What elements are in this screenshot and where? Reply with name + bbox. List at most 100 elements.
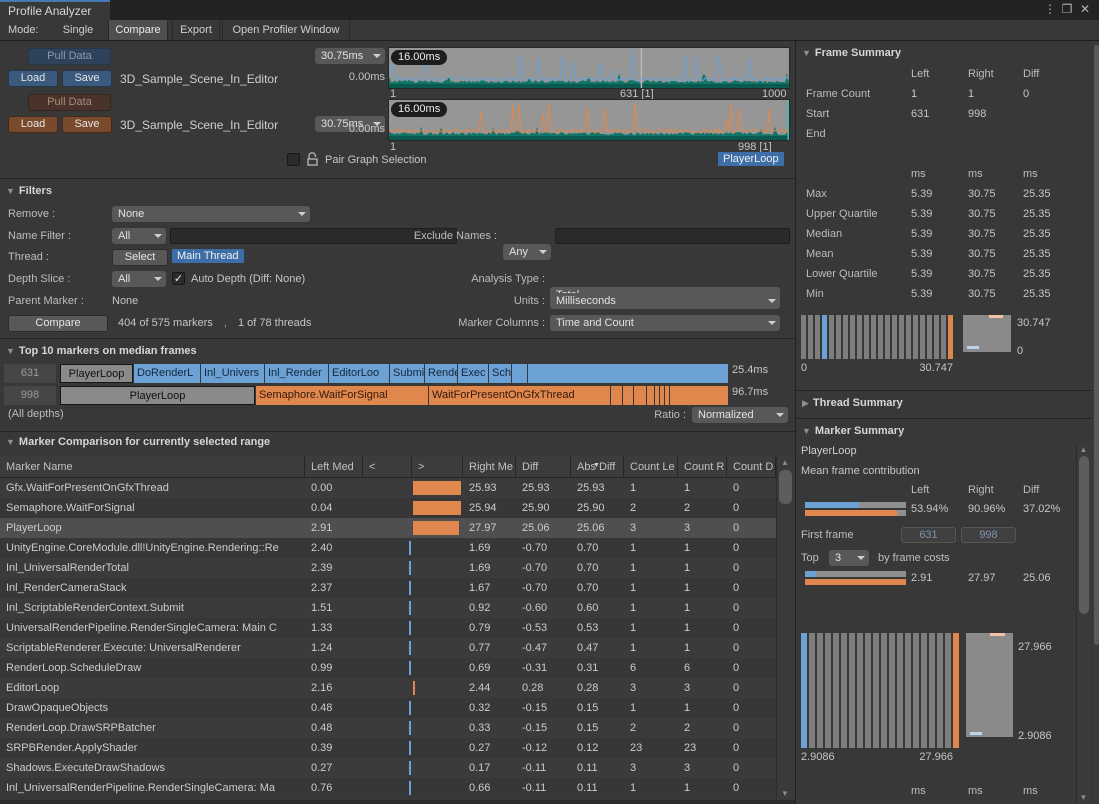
frame-number-chip[interactable]: 631	[4, 364, 56, 383]
column-header[interactable]: Left Med	[305, 456, 363, 478]
marker-segment[interactable]: Submi	[390, 364, 424, 383]
marker-segment[interactable]	[665, 386, 669, 405]
table-row[interactable]: SRPBRender.ApplyShader0.390.27-0.120.122…	[0, 738, 776, 758]
marker-segment[interactable]: Inl_Render	[265, 364, 328, 383]
column-header[interactable]: Count D	[727, 456, 776, 478]
table-row[interactable]: DrawOpaqueObjects0.480.32-0.150.15110	[0, 698, 776, 718]
marker-segment[interactable]: Exec	[458, 364, 488, 383]
name-filter-mode-dropdown[interactable]: All	[112, 228, 166, 244]
export-button[interactable]: Export	[172, 20, 220, 40]
left-column: Pull Data Load Save 3D_Sample_Scene_In_E…	[0, 41, 795, 804]
marker-summary-header[interactable]: ▼Marker Summary	[802, 425, 904, 437]
marker-segment[interactable]: Rende	[425, 364, 457, 383]
close-icon[interactable]: ✕	[1077, 1, 1093, 18]
marker-segment[interactable]	[528, 364, 728, 383]
table-row[interactable]: EditorLoop2.162.440.280.28330	[0, 678, 776, 698]
marker-segment[interactable]: PlayerLoop	[60, 386, 255, 405]
marker-segment[interactable]: WaitForPresentOnGfxThread	[429, 386, 610, 405]
column-header[interactable]: >	[412, 456, 463, 478]
scroll-down-icon[interactable]: ▼	[777, 789, 793, 798]
table-row[interactable]: RenderLoop.ScheduleDraw0.990.69-0.310.31…	[0, 658, 776, 678]
table-scrollbar[interactable]: ▲ ▼	[776, 456, 793, 800]
column-header[interactable]: Marker Name	[0, 456, 305, 478]
units-dropdown[interactable]: Milliseconds	[550, 293, 780, 309]
window-tab[interactable]: Profile Analyzer	[0, 0, 110, 20]
scroll-down-icon[interactable]: ▼	[1077, 793, 1090, 802]
thread-select-button[interactable]: Select	[112, 249, 168, 266]
column-header[interactable]: Abs Diff▼	[571, 456, 624, 478]
column-header[interactable]: Diff	[516, 456, 571, 478]
frame-summary-header[interactable]: ▼Frame Summary	[802, 47, 901, 59]
table-row[interactable]: UnityEngine.CoreModule.dll!UnityEngine.R…	[0, 538, 776, 558]
panel-scrollbar-track[interactable]	[1093, 41, 1099, 804]
tab-single[interactable]: Single	[52, 20, 104, 40]
scroll-up-icon[interactable]: ▲	[1077, 445, 1090, 454]
auto-depth-checkbox[interactable]: ✓	[172, 272, 185, 285]
save-left-button[interactable]: Save	[62, 70, 112, 87]
marker-columns-dropdown[interactable]: Time and Count	[550, 315, 780, 331]
top-count-dropdown[interactable]: 3	[829, 550, 869, 566]
marker-segment[interactable]: Semaphore.WaitForSignal	[256, 386, 428, 405]
thread-summary-header[interactable]: ▶Thread Summary	[802, 397, 903, 409]
scroll-up-icon[interactable]: ▲	[777, 458, 793, 467]
table-row[interactable]: UniversalRenderPipeline.RenderSingleCame…	[0, 618, 776, 638]
table-row[interactable]: Inl_UniversalRenderTotal2.391.69-0.700.7…	[0, 558, 776, 578]
marker-segment[interactable]	[623, 386, 633, 405]
frame-graph-left[interactable]: 16.00ms	[388, 47, 790, 89]
marker-summary-scrollbar-thumb[interactable]	[1079, 456, 1089, 614]
column-header[interactable]: Count R	[678, 456, 727, 478]
table-row[interactable]: Semaphore.WaitForSignal0.0425.9425.9025.…	[0, 498, 776, 518]
marker-segment[interactable]	[660, 386, 664, 405]
depth-mode-dropdown[interactable]: All	[112, 271, 166, 287]
marker-segment[interactable]	[647, 386, 654, 405]
compare-button[interactable]: Compare	[8, 315, 108, 332]
table-row[interactable]: ScriptableRenderer.Execute: UniversalRen…	[0, 638, 776, 658]
panel-scrollbar-thumb[interactable]	[1094, 45, 1099, 645]
table-row[interactable]: PlayerLoop2.9127.9725.0625.06330	[0, 518, 776, 538]
marker-segment[interactable]	[512, 364, 527, 383]
pull-data-right-button[interactable]: Pull Data	[28, 94, 111, 111]
pull-data-left-button[interactable]: Pull Data	[28, 48, 111, 65]
top10-header[interactable]: ▼Top 10 markers on median frames	[6, 345, 197, 357]
range-dropdown-left[interactable]: 30.75ms	[315, 48, 385, 64]
marker-segment[interactable]: DoRenderL	[134, 364, 200, 383]
table-row[interactable]: Inl_RenderCameraStack2.371.67-0.700.7011…	[0, 578, 776, 598]
remove-dropdown[interactable]: None	[112, 206, 310, 222]
column-header[interactable]: Count Le	[624, 456, 678, 478]
marker-segment[interactable]: Inl_Univers	[201, 364, 264, 383]
filters-header[interactable]: ▼Filters	[6, 185, 52, 197]
load-left-button[interactable]: Load	[8, 70, 58, 87]
marker-segment[interactable]	[655, 386, 659, 405]
frame-graph-right[interactable]: 16.00ms	[388, 99, 790, 141]
first-frame-right-button[interactable]: 998	[961, 527, 1016, 543]
column-header[interactable]: <	[363, 456, 412, 478]
exclude-names-input[interactable]	[555, 228, 790, 244]
column-header[interactable]: Right Me	[463, 456, 516, 478]
table-row[interactable]: RenderLoop.DrawSRPBatcher0.480.33-0.150.…	[0, 718, 776, 738]
open-profiler-window-button[interactable]: Open Profiler Window	[222, 20, 350, 40]
first-frame-left-button[interactable]: 631	[901, 527, 956, 543]
table-row[interactable]: Inl_ScriptableRenderContext.Submit1.510.…	[0, 598, 776, 618]
marker-summary-scrollbar[interactable]: ▲ ▼	[1076, 443, 1090, 804]
frame-number-chip[interactable]: 998	[4, 386, 56, 405]
marker-segment[interactable]	[670, 386, 728, 405]
graph-selection-chip[interactable]: PlayerLoop	[718, 152, 784, 166]
table-scrollbar-thumb[interactable]	[779, 470, 792, 504]
marker-segment[interactable]: PlayerLoop	[60, 364, 133, 383]
marker-segment[interactable]: Sch	[489, 364, 511, 383]
table-row[interactable]: Inl_UniversalRenderPipeline.RenderSingle…	[0, 778, 776, 798]
load-right-button[interactable]: Load	[8, 116, 58, 133]
kebab-menu-icon[interactable]: ⋮	[1042, 1, 1058, 18]
tab-compare[interactable]: Compare	[108, 20, 168, 40]
table-row[interactable]: Gfx.WaitForPresentOnGfxThread0.0025.9325…	[0, 478, 776, 498]
comparison-header[interactable]: ▼Marker Comparison for currently selecte…	[6, 436, 270, 448]
marker-segment[interactable]	[634, 386, 646, 405]
marker-segment[interactable]: EditorLoo	[329, 364, 389, 383]
maximize-icon[interactable]: ❒	[1059, 1, 1075, 18]
save-right-button[interactable]: Save	[62, 116, 112, 133]
unlock-icon[interactable]	[306, 151, 320, 167]
pair-graph-checkbox[interactable]	[287, 153, 300, 166]
ratio-dropdown[interactable]: Normalized	[692, 407, 788, 423]
marker-segment[interactable]	[611, 386, 622, 405]
table-row[interactable]: Shadows.ExecuteDrawShadows0.270.17-0.110…	[0, 758, 776, 778]
